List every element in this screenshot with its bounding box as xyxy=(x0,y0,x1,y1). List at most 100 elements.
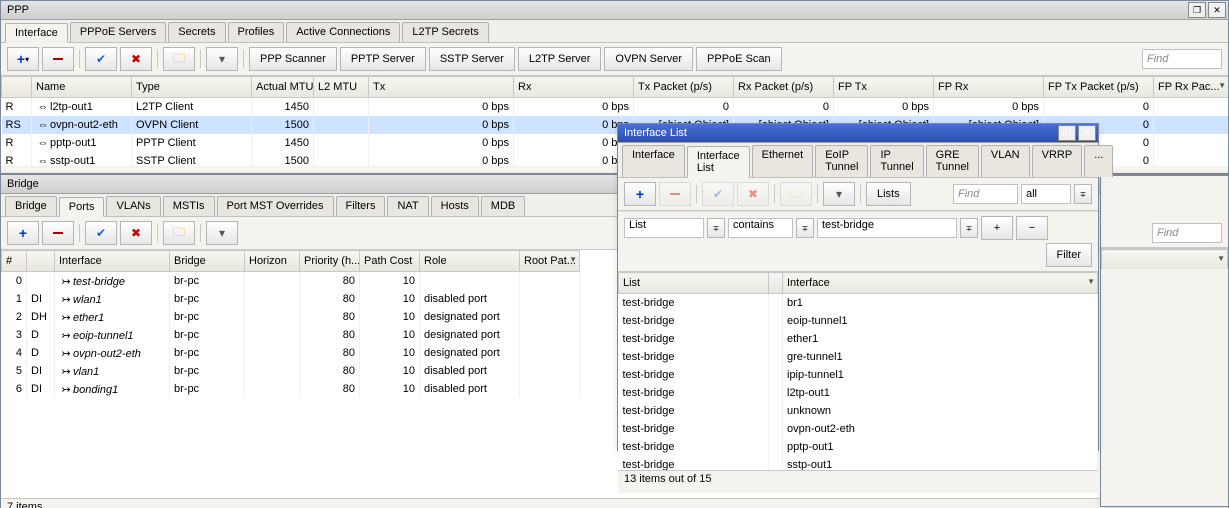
filter-icon[interactable]: ▾ xyxy=(206,47,238,71)
table-row[interactable]: test-bridgeeoip-tunnel1 xyxy=(619,312,1098,330)
restore-icon[interactable]: ❐ xyxy=(1058,125,1076,141)
add-button[interactable]: + xyxy=(624,182,656,206)
tab-interface[interactable]: Interface xyxy=(5,23,68,43)
tab-secrets[interactable]: Secrets xyxy=(168,22,225,42)
column-header[interactable]: FP Tx xyxy=(834,77,934,98)
enable-button[interactable]: ✔ xyxy=(702,182,734,206)
ovpn-server-button[interactable]: OVPN Server xyxy=(604,47,693,71)
close-icon[interactable]: ✕ xyxy=(1208,2,1226,18)
column-header[interactable]: Tx Packet (p/s) xyxy=(634,77,734,98)
disable-button[interactable]: ✖ xyxy=(120,47,152,71)
tab-ip-tunnel[interactable]: IP Tunnel xyxy=(870,145,923,177)
column-header[interactable]: Type xyxy=(132,77,252,98)
column-header[interactable]: Bridge xyxy=(170,251,245,272)
tab-vrrp[interactable]: VRRP xyxy=(1032,145,1083,177)
tab-pppoe-servers[interactable]: PPPoE Servers xyxy=(70,22,166,42)
column-header[interactable]: L2 MTU xyxy=(314,77,369,98)
column-header[interactable]: Priority (h... xyxy=(300,251,360,272)
pptp-server-button[interactable]: PPTP Server xyxy=(340,47,426,71)
column-header[interactable] xyxy=(27,251,55,272)
comment-button[interactable]: 🗀 xyxy=(163,221,195,245)
tab-vlans[interactable]: VLANs xyxy=(106,196,160,216)
tab--[interactable]: ... xyxy=(1084,145,1113,177)
column-header[interactable]: Interface▼ xyxy=(783,273,1098,294)
remove-button[interactable] xyxy=(659,182,691,206)
column-header[interactable]: Interface xyxy=(55,251,170,272)
find-input[interactable]: Find xyxy=(953,184,1018,204)
column-header[interactable] xyxy=(769,273,783,294)
filter-add-button[interactable]: + xyxy=(981,216,1013,240)
table-row[interactable]: test-bridgebr1 xyxy=(619,294,1098,313)
column-header[interactable]: Horizon xyxy=(245,251,300,272)
dropdown-icon[interactable]: ∓ xyxy=(1074,184,1092,204)
table-row[interactable]: test-bridgel2tp-out1 xyxy=(619,384,1098,402)
enable-button[interactable]: ✔ xyxy=(85,221,117,245)
find-input[interactable]: Find xyxy=(1142,49,1222,69)
find-input[interactable]: Find xyxy=(1152,223,1222,243)
table-row[interactable]: test-bridgesstp-out1 xyxy=(619,456,1098,470)
column-header[interactable]: Rx Packet (p/s) xyxy=(734,77,834,98)
tab-mstis[interactable]: MSTIs xyxy=(163,196,215,216)
tab-bridge[interactable]: Bridge xyxy=(5,196,57,216)
tab-ports[interactable]: Ports xyxy=(59,197,105,217)
remove-button[interactable] xyxy=(42,47,74,71)
all-dropdown[interactable]: all xyxy=(1021,184,1071,204)
add-button[interactable]: +▾ xyxy=(7,47,39,71)
comment-button[interactable]: 🗀 xyxy=(780,182,812,206)
table-row[interactable]: test-bridgeether1 xyxy=(619,330,1098,348)
tab-port-mst-overrides[interactable]: Port MST Overrides xyxy=(217,196,334,216)
table-row[interactable]: test-bridgeipip-tunnel1 xyxy=(619,366,1098,384)
column-header[interactable]: Tx xyxy=(369,77,514,98)
column-header[interactable]: Role xyxy=(420,251,520,272)
column-header[interactable]: Rx xyxy=(514,77,634,98)
pppoe-scan-button[interactable]: PPPoE Scan xyxy=(696,47,782,71)
column-header[interactable]: FP Rx Pac...▼ xyxy=(1154,77,1229,98)
dropdown-icon[interactable]: ∓ xyxy=(707,218,725,238)
filter-value-input[interactable]: test-bridge xyxy=(817,218,957,238)
restore-icon[interactable]: ❐ xyxy=(1188,2,1206,18)
dropdown-icon[interactable]: ∓ xyxy=(796,218,814,238)
table-row[interactable]: test-bridgegre-tunnel1 xyxy=(619,348,1098,366)
tab-active-connections[interactable]: Active Connections xyxy=(286,22,400,42)
table-row[interactable]: test-bridgepptp-out1 xyxy=(619,438,1098,456)
filter-op-dropdown[interactable]: contains xyxy=(728,218,793,238)
sstp-server-button[interactable]: SSTP Server xyxy=(429,47,515,71)
filter-remove-button[interactable]: − xyxy=(1016,216,1048,240)
ppp-scanner-button[interactable]: PPP Scanner xyxy=(249,47,337,71)
tab-interface-list[interactable]: Interface List xyxy=(687,146,750,178)
tab-l2tp-secrets[interactable]: L2TP Secrets xyxy=(402,22,488,42)
column-header[interactable]: Path Cost xyxy=(360,251,420,272)
column-header[interactable] xyxy=(2,77,32,98)
tab-hosts[interactable]: Hosts xyxy=(431,196,479,216)
remove-button[interactable] xyxy=(42,221,74,245)
tab-interface[interactable]: Interface xyxy=(622,145,685,177)
l2tp-server-button[interactable]: L2TP Server xyxy=(518,47,602,71)
iflist-title-bar[interactable]: Interface List ❐ ✕ xyxy=(618,124,1098,143)
add-button[interactable]: + xyxy=(7,221,39,245)
lists-button[interactable]: Lists xyxy=(866,182,911,206)
column-header[interactable]: Root Pat...▼ xyxy=(520,251,580,272)
disable-button[interactable]: ✖ xyxy=(120,221,152,245)
table-row[interactable]: R⇔l2tp-out1L2TP Client14500 bps0 bps000 … xyxy=(2,98,1229,117)
tab-gre-tunnel[interactable]: GRE Tunnel xyxy=(926,145,979,177)
column-header[interactable]: Actual MTU xyxy=(252,77,314,98)
enable-button[interactable]: ✔ xyxy=(85,47,117,71)
tab-ethernet[interactable]: Ethernet xyxy=(752,145,814,177)
table-row[interactable]: test-bridgeunknown xyxy=(619,402,1098,420)
column-header[interactable]: FP Rx xyxy=(934,77,1044,98)
tab-vlan[interactable]: VLAN xyxy=(981,145,1030,177)
dropdown-icon[interactable]: ∓ xyxy=(960,218,978,238)
tab-mdb[interactable]: MDB xyxy=(481,196,525,216)
filter-button[interactable]: Filter xyxy=(1046,243,1092,267)
table-row[interactable]: test-bridgeovpn-out2-eth xyxy=(619,420,1098,438)
filter-icon[interactable]: ▾ xyxy=(823,182,855,206)
tab-profiles[interactable]: Profiles xyxy=(228,22,285,42)
tab-nat[interactable]: NAT xyxy=(387,196,428,216)
filter-field-dropdown[interactable]: List xyxy=(624,218,704,238)
comment-button[interactable]: 🗀 xyxy=(163,47,195,71)
tab-eoip-tunnel[interactable]: EoIP Tunnel xyxy=(815,145,868,177)
column-header[interactable]: FP Tx Packet (p/s) xyxy=(1044,77,1154,98)
filter-icon[interactable]: ▾ xyxy=(206,221,238,245)
disable-button[interactable]: ✖ xyxy=(737,182,769,206)
column-header[interactable]: # xyxy=(2,251,27,272)
